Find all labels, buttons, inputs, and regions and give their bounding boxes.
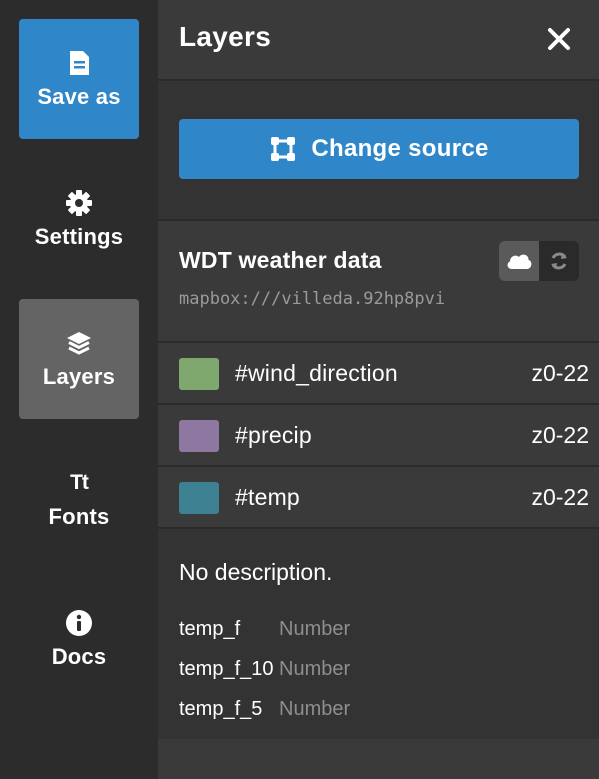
layers-nav-label: Layers bbox=[42, 364, 116, 389]
panel-header: Layers bbox=[158, 0, 599, 81]
layer-name: #temp bbox=[235, 484, 300, 510]
field-name: temp_f_10 bbox=[179, 658, 274, 680]
source-frame-icon bbox=[269, 135, 297, 163]
change-source-button[interactable]: Change source bbox=[179, 119, 579, 179]
fonts-icon: Tt bbox=[64, 468, 94, 498]
layer-name: #wind_direction bbox=[235, 360, 398, 386]
layers-panel: Layers Change source WDT weather data ma… bbox=[158, 0, 599, 779]
field-name: temp_f_5 bbox=[179, 698, 263, 720]
layer-zoom-range: z0-22 bbox=[531, 484, 589, 510]
layers-icon bbox=[64, 328, 94, 358]
field-type: Number bbox=[279, 618, 351, 640]
close-icon bbox=[548, 28, 570, 50]
layer-row[interactable]: #precip z0-22 bbox=[158, 405, 599, 467]
dataset-card: WDT weather data mapbox:///villeda.92hp8… bbox=[158, 221, 599, 343]
gear-icon bbox=[64, 188, 94, 218]
layer-color-swatch bbox=[179, 358, 219, 390]
docs-button[interactable]: Docs bbox=[19, 579, 139, 699]
layer-color-swatch bbox=[179, 420, 219, 452]
field-item: temp_f_10 Number bbox=[179, 658, 350, 681]
cloud-icon bbox=[507, 254, 532, 269]
field-item: temp_f Number bbox=[179, 618, 350, 641]
app-window: Save as Settings Layers Tt Fonts Docs La… bbox=[0, 0, 599, 779]
source-section: Change source bbox=[158, 81, 599, 221]
dataset-name: WDT weather data bbox=[179, 247, 382, 273]
field-type: Number bbox=[279, 698, 351, 720]
layer-color-swatch bbox=[179, 482, 219, 514]
info-icon bbox=[64, 608, 94, 638]
source-toggle bbox=[499, 241, 579, 281]
layer-row[interactable]: #temp z0-22 bbox=[158, 467, 599, 529]
layer-zoom-range: z0-22 bbox=[531, 360, 589, 386]
field-type: Number bbox=[279, 658, 351, 680]
fonts-glyph: Tt bbox=[70, 471, 89, 494]
settings-button[interactable]: Settings bbox=[19, 159, 139, 279]
change-source-label: Change source bbox=[311, 135, 489, 162]
panel-title: Layers bbox=[179, 21, 272, 52]
layer-zoom-range: z0-22 bbox=[531, 422, 589, 448]
layers-nav-button[interactable]: Layers bbox=[19, 299, 139, 419]
settings-label: Settings bbox=[34, 224, 124, 249]
docs-label: Docs bbox=[51, 644, 107, 669]
field-name: temp_f bbox=[179, 618, 241, 640]
layer-row[interactable]: #wind_direction z0-22 bbox=[158, 343, 599, 405]
save-as-label: Save as bbox=[37, 84, 121, 109]
cloud-toggle-button[interactable] bbox=[499, 241, 539, 281]
close-button[interactable] bbox=[542, 22, 576, 56]
save-as-button[interactable]: Save as bbox=[19, 19, 139, 139]
layer-description: No description. bbox=[179, 559, 333, 585]
dataset-url: mapbox:///villeda.92hp8pvi bbox=[179, 289, 446, 309]
fonts-label: Fonts bbox=[48, 504, 110, 529]
layer-name: #precip bbox=[235, 422, 312, 448]
field-item: temp_f_5 Number bbox=[179, 698, 350, 721]
refresh-toggle-button[interactable] bbox=[539, 241, 579, 281]
nav-rail: Save as Settings Layers Tt Fonts Docs bbox=[0, 0, 158, 779]
fonts-button[interactable]: Tt Fonts bbox=[19, 439, 139, 559]
layer-description-section: No description. temp_f Number temp_f_10 Nu… bbox=[158, 529, 599, 739]
save-icon bbox=[64, 48, 94, 78]
refresh-icon bbox=[551, 252, 567, 270]
panel-footer bbox=[158, 739, 599, 779]
